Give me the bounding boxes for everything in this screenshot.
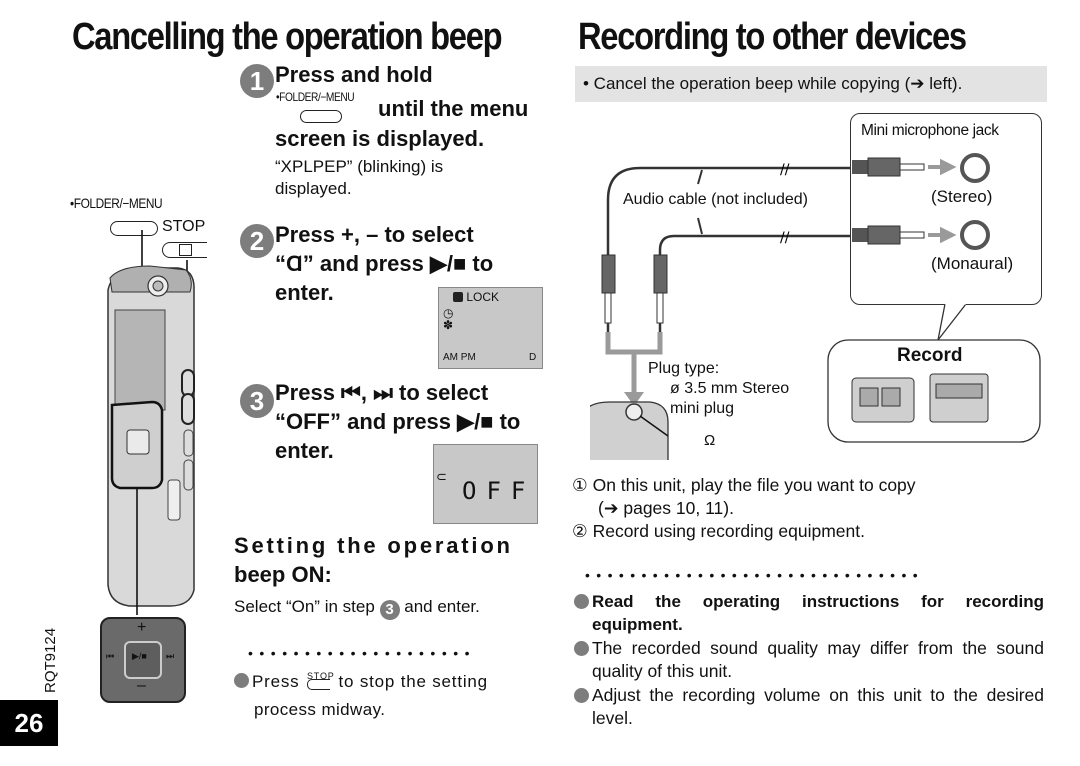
svg-text://: // <box>780 230 790 246</box>
step-1-note-line1: “XPLPEP” (blinking) is <box>275 157 444 176</box>
record-label: Record <box>897 345 963 366</box>
audio-cable-label: Audio cable (not included) <box>621 191 811 209</box>
lcd-display-off: ⊂ OFF <box>433 444 538 524</box>
instruction-1: ① On this unit, play the file you want t… <box>572 474 916 497</box>
beep-horn-icon: ⊂ <box>436 469 447 484</box>
stop-note: Press STOP to stop the setting <box>234 671 488 692</box>
mono-jack-icon <box>960 220 990 250</box>
note-text: Adjust the recording volume on this unit… <box>592 685 1044 728</box>
note-text: The recorded sound quality may differ fr… <box>592 638 1044 681</box>
cable-connection-diagram: // // <box>590 153 1041 460</box>
step-marker: ① <box>572 475 588 495</box>
notes-list: Read the operating instructions for reco… <box>574 590 1044 730</box>
folder-menu-button-icon <box>300 110 342 123</box>
bullet-icon <box>574 641 589 656</box>
step-1-button-label: •FOLDER/−MENU <box>276 90 355 104</box>
lcd-footer-right: D <box>529 352 537 363</box>
note-item: Adjust the recording volume on this unit… <box>574 684 1044 730</box>
note-item: The recorded sound quality may differ fr… <box>574 637 1044 683</box>
stop-button-icon: STOP <box>305 671 334 691</box>
stereo-jack-icon <box>960 153 990 183</box>
play-stop-button: ▶/■ <box>124 641 162 679</box>
next-button: ⏭ <box>166 651 175 661</box>
mono-plug-vertical-icon <box>653 254 668 324</box>
instruction-1-line1: On this unit, play the file you want to … <box>592 475 916 495</box>
step-marker: ② <box>572 521 588 541</box>
lcd-footer-left: AM PM <box>443 352 476 363</box>
step-number-badge: 1 <box>240 64 274 98</box>
step-3-title-line3: enter. <box>275 438 334 463</box>
right-section-title: Recording to other devices <box>578 16 967 58</box>
step-number-badge: 2 <box>240 224 274 258</box>
document-code: RQT9124 <box>42 627 59 693</box>
beep-on-heading-line2: beep ON: <box>234 562 332 587</box>
plus-button: + <box>137 619 147 636</box>
step-ref-badge: 3 <box>379 600 400 620</box>
step-1-title-line2: until the menu <box>378 96 529 121</box>
beep-on-text: Select “On” in step <box>234 597 375 616</box>
stop-note-prefix: Press <box>252 672 300 691</box>
folder-menu-button-label: •FOLDER/−MENU <box>70 195 163 211</box>
step-2-title-line1: Press +, – to select <box>275 222 474 247</box>
step-3: 3 <box>240 384 274 418</box>
instruction-2-line1: Record using recording equipment. <box>592 521 865 541</box>
beep-on-text-suffix: and enter. <box>404 597 480 616</box>
minidisc-recorder-icon <box>929 373 989 423</box>
stereo-plug-vertical-icon <box>601 254 616 324</box>
tip-text: • Cancel the operation beep while copyin… <box>583 74 963 93</box>
step-2-title-line3: enter. <box>275 280 334 305</box>
cassette-recorder-icon <box>851 377 915 423</box>
mono-cable-line <box>658 234 850 350</box>
beep-on-instruction: Select “On” in step 3 and enter. <box>234 596 480 620</box>
step-number-badge: 3 <box>240 384 274 418</box>
left-section-title: Cancelling the operation beep <box>72 16 503 58</box>
step-1-title-line1: Press and hold <box>275 62 433 87</box>
stereo-plug-icon <box>852 157 925 177</box>
note-text: Read the operating instructions for reco… <box>592 592 1044 634</box>
dotted-divider: •••••••••••••••••••••••••••••• <box>585 567 925 583</box>
step-1-note-line2: displayed. <box>275 179 352 198</box>
note-item: Read the operating instructions for reco… <box>574 590 1044 636</box>
page-number: 26 <box>0 700 58 746</box>
prev-button: ⏮ <box>106 651 115 661</box>
plug-type-line2: ø 3.5 mm Stereo <box>670 380 790 397</box>
dotted-divider: •••••••••••••••••••• <box>248 645 477 661</box>
instruction-1-line2: (➔ pages 10, 11). <box>598 498 734 518</box>
minus-button: – <box>137 677 146 694</box>
step-1-title-line3: screen is displayed. <box>275 126 485 151</box>
step-3-title-line2: “OFF” and press ▶/■ to <box>275 409 521 434</box>
step-2: 2 <box>240 224 274 258</box>
stop-note-line2: process midway. <box>254 700 386 719</box>
arrow-icon <box>928 158 957 176</box>
instruction-2: ② Record using recording equipment. <box>572 520 865 543</box>
tip-bar: • Cancel the operation beep while copyin… <box>575 66 1047 102</box>
voice-recorder-illustration <box>107 230 195 615</box>
headphone-jack-icon: Ω <box>704 432 716 449</box>
step-3-title-line1: Press ⏮, ⏭ to select <box>275 380 489 405</box>
stop-note-suffix: to stop the setting <box>338 672 488 691</box>
control-pad-illustration: + – ⏮ ⏭ ▶/■ <box>100 617 186 703</box>
lcd-segment-text: OFF <box>462 477 536 505</box>
bullet-icon <box>574 594 589 609</box>
bullet-icon <box>574 688 589 703</box>
lock-label: LOCK <box>466 290 500 304</box>
svg-text://: // <box>780 162 790 178</box>
mono-plug-icon <box>852 225 925 245</box>
beep-horn-icon: ✽ <box>443 318 454 332</box>
plug-type-line3: mini plug <box>670 400 735 417</box>
bullet-icon <box>234 673 249 688</box>
beep-on-heading-line1: Setting the operation <box>234 533 513 558</box>
lcd-display-beep-menu: LOCK ◷ ✽ AM PM D <box>438 287 543 369</box>
step-1: 1 <box>240 64 274 98</box>
step-2-title-line2: “Ɑ” and press ▶/■ to <box>275 251 494 276</box>
arrow-icon <box>928 226 957 244</box>
jack-box-title: Mini microphone jack <box>861 122 999 139</box>
plug-type-line1: Plug type: <box>648 360 720 377</box>
